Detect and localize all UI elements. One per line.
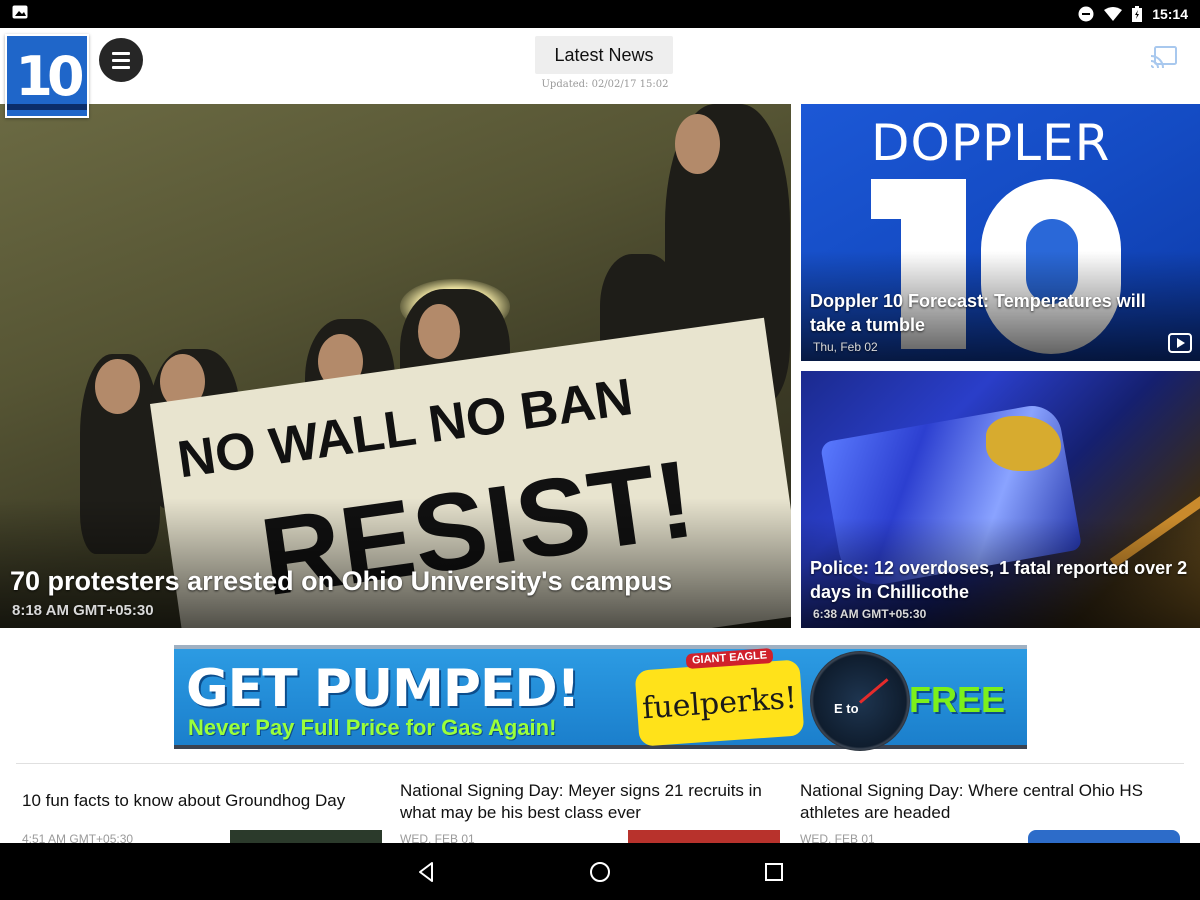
doppler-wordmark: DOPPLER [871,114,1111,172]
hero-story-card[interactable]: NO WALL NO BAN RESIST! 70 protesters arr… [0,104,791,628]
article-title: National Signing Day: Where central Ohio… [800,781,1143,822]
logo-text: 10 [15,44,84,108]
ad-headline: GET PUMPED! [186,659,580,719]
do-not-disturb-icon [1078,6,1094,22]
doppler-headline: Doppler 10 Forecast: Temperatures will t… [810,291,1146,335]
overdose-headline: Police: 12 overdoses, 1 fatal reported o… [810,558,1188,602]
article-title: 10 fun facts to know about Groundhog Day [22,791,346,810]
ad-subline: Never Pay Full Price for Gas Again! [188,715,557,740]
divider [16,763,1184,764]
menu-button[interactable] [99,38,143,82]
gauge-text: E to [834,701,859,716]
image-notification-icon [12,5,28,18]
ad-tag: fuelperks! [634,659,805,747]
article-item[interactable]: National Signing Day: Meyer signs 21 rec… [400,780,780,844]
battery-icon [1132,6,1143,22]
app-bar: 10 Latest News Updated: 02/02/17 15:02 [0,28,1200,118]
ad-banner[interactable]: GET PUMPED! Never Pay Full Price for Gas… [174,645,1027,751]
station-logo[interactable]: 10 [5,34,89,118]
back-icon[interactable] [414,860,438,884]
recents-icon[interactable] [762,860,786,884]
hero-headline: 70 protesters arrested on Ohio Universit… [10,566,673,596]
side-story-card-doppler[interactable]: DOPPLER Doppler 10 Forecast: Temperature… [801,104,1200,361]
cast-icon[interactable] [1150,46,1178,68]
status-time: 15:14 [1152,6,1188,22]
side-story-card-overdose[interactable]: Police: 12 overdoses, 1 fatal reported o… [801,371,1200,628]
fuel-gauge-icon: E to [810,651,910,751]
hero-timestamp: 8:18 AM GMT+05:30 [12,602,154,619]
menu-icon [112,51,130,55]
logo-stripe [7,104,87,110]
page-title[interactable]: Latest News [535,36,673,74]
article-thumbnail [1028,830,1180,844]
updated-timestamp: Updated: 02/02/17 15:02 [541,79,669,90]
article-thumbnail [628,830,780,844]
system-nav-bar [0,843,1200,900]
article-item[interactable]: National Signing Day: Where central Ohio… [800,780,1180,844]
wifi-icon [1104,7,1123,21]
video-icon [1168,333,1192,353]
home-icon[interactable] [588,860,612,884]
status-bar: 15:14 [0,0,1200,28]
ad-free-text: FREE [909,679,1006,720]
doppler-timestamp: Thu, Feb 02 [813,340,878,354]
article-title: National Signing Day: Meyer signs 21 rec… [400,781,762,822]
overdose-timestamp: 6:38 AM GMT+05:30 [813,607,927,621]
